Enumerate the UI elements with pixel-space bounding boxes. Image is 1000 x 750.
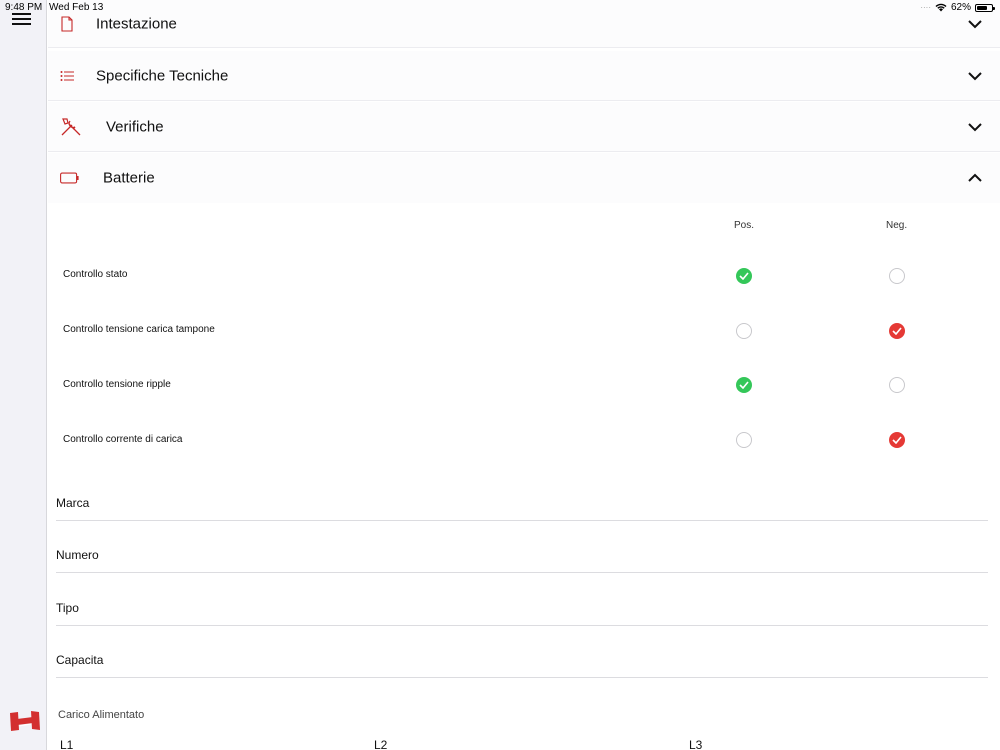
section-verifiche[interactable]: Verifiche (48, 102, 1000, 152)
chevron-down-icon[interactable] (968, 19, 982, 29)
section-batterie[interactable]: Batterie (48, 153, 1000, 203)
section-title: Intestazione (96, 15, 177, 32)
l3-field-label[interactable]: L3 (689, 738, 702, 750)
section-title: Batterie (103, 169, 155, 187)
status-right: ···· 62% (920, 2, 995, 13)
radio-pos-selected[interactable] (736, 377, 752, 393)
signal-icon: ···· (920, 3, 931, 12)
check-label: Controllo corrente di carica (63, 434, 183, 445)
battery-status-icon (975, 3, 995, 12)
field-label: Numero (56, 548, 99, 562)
column-header-pos: Pos. (734, 220, 755, 231)
battery-percent: 62% (950, 2, 971, 13)
column-header-neg: Neg. (886, 220, 908, 231)
app-logo (10, 711, 40, 731)
document-icon (61, 15, 73, 32)
battery-icon (60, 172, 79, 184)
radio-neg-selected[interactable] (889, 323, 905, 339)
checkmark-icon (739, 381, 749, 389)
list-icon (60, 70, 74, 81)
hamburger-icon[interactable] (12, 13, 31, 25)
chevron-down-icon[interactable] (968, 122, 982, 132)
wifi-icon (935, 3, 947, 12)
main-content: Intestazione Specifiche Tecniche Verific… (48, 0, 1000, 750)
l1-field-label[interactable]: L1 (60, 738, 73, 750)
radio-pos[interactable] (736, 323, 752, 339)
checkmark-icon (892, 436, 902, 444)
checkmark-icon (892, 327, 902, 335)
chevron-up-icon[interactable] (968, 173, 982, 183)
numero-field[interactable]: Numero (56, 521, 988, 573)
tipo-field[interactable]: Tipo (56, 574, 988, 626)
field-label: Capacita (56, 653, 104, 667)
carico-alimentato-heading: Carico Alimentato (58, 709, 145, 721)
field-label: Tipo (56, 601, 79, 615)
radio-pos-selected[interactable] (736, 268, 752, 284)
section-title: Specifiche Tecniche (96, 67, 229, 84)
status-time: 9:48 PM (5, 2, 43, 13)
checkmark-icon (739, 272, 749, 280)
radio-neg-selected[interactable] (889, 432, 905, 448)
sidebar (0, 0, 47, 750)
radio-neg[interactable] (889, 377, 905, 393)
status-bar: 9:48 PM Wed Feb 13 ···· 62% (0, 0, 1000, 14)
radio-neg[interactable] (889, 268, 905, 284)
section-specifiche-tecniche[interactable]: Specifiche Tecniche (48, 51, 1000, 101)
tools-icon (61, 117, 81, 135)
check-label: Controllo stato (63, 269, 128, 280)
check-label: Controllo tensione carica tampone (63, 324, 215, 335)
section-title: Verifiche (106, 118, 164, 135)
l2-field-label[interactable]: L2 (374, 738, 387, 750)
status-date: Wed Feb 13 (49, 2, 104, 13)
chevron-down-icon[interactable] (968, 71, 982, 81)
capacita-field[interactable]: Capacita (56, 626, 988, 678)
field-label: Marca (56, 496, 90, 510)
check-label: Controllo tensione ripple (63, 379, 171, 390)
marca-field[interactable]: Marca (56, 469, 988, 521)
radio-pos[interactable] (736, 432, 752, 448)
